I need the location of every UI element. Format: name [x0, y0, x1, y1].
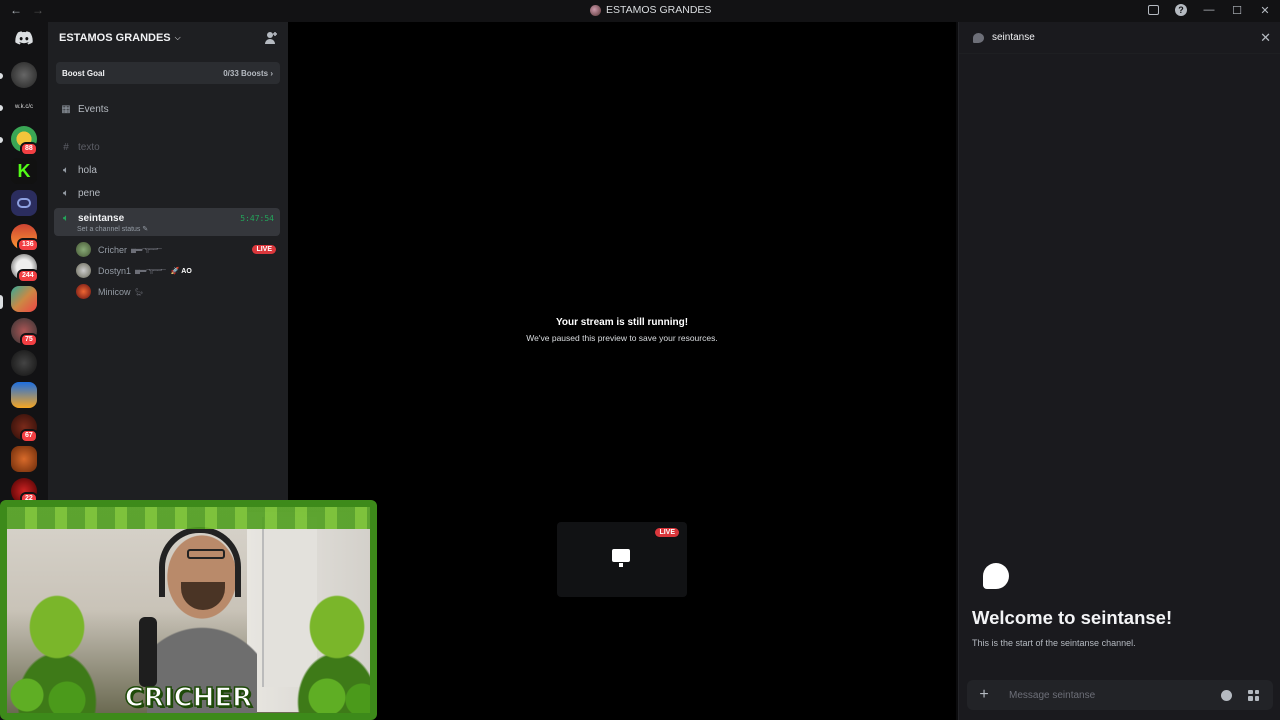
voice-user-name: Dostyn1	[98, 265, 132, 276]
monitor-icon	[612, 549, 630, 567]
webcam-overlay: CRICHER	[0, 500, 377, 720]
channel-name: hola	[78, 165, 97, 176]
boost-progress: 0/33 Boosts	[223, 68, 269, 78]
discord-logo-icon[interactable]	[11, 26, 37, 50]
voice-user-cricher[interactable]: Cricher ▄▬ ⌐╦══─ LIVE	[76, 241, 276, 258]
live-badge: LIVE	[655, 528, 679, 537]
avatar	[76, 242, 91, 257]
server-icon-9[interactable]	[11, 382, 37, 408]
server-icon-1[interactable]	[11, 62, 37, 88]
server-icon-6[interactable]	[11, 286, 37, 312]
mention-badge: 136	[17, 238, 39, 252]
minimize-icon[interactable]: —	[1202, 3, 1216, 17]
message-input[interactable]	[1001, 689, 1221, 701]
channel-seintanse[interactable]: 🔈︎ seintanse Set a channel status ✎ 5:47…	[54, 208, 280, 236]
leaf-frame-top	[7, 507, 370, 529]
chat-bubble-icon	[983, 563, 1009, 589]
chat-panel: seintanse ✕ Welcome to seintanse! This i…	[958, 22, 1280, 720]
voice-user-name: Cricher	[98, 244, 128, 255]
inbox-icon[interactable]	[1146, 3, 1160, 17]
stream-tile[interactable]: LIVE	[557, 522, 687, 597]
channel-name: texto	[78, 142, 100, 153]
voice-user-minicow[interactable]: Minicow 🦕︎	[76, 283, 143, 300]
apps-icon[interactable]	[1248, 689, 1259, 701]
pencil-icon: ✎	[142, 226, 149, 233]
decoration-icon: ▄▬ ⌐╦══─	[135, 267, 166, 274]
help-icon[interactable]: ?	[1174, 3, 1188, 17]
overlay-name: CRICHER	[124, 682, 253, 713]
events-item[interactable]: ▦ Events	[54, 99, 280, 120]
maximize-icon[interactable]: ☐	[1230, 3, 1244, 17]
server-icon-discord[interactable]	[11, 190, 37, 216]
chat-bubble-icon	[973, 32, 984, 43]
mention-badge: 75	[20, 333, 38, 347]
channel-hola[interactable]: 🔈︎ hola	[54, 160, 280, 181]
server-header[interactable]: ESTAMOS GRANDES ⌵	[48, 22, 288, 54]
speaker-icon: 🔈︎	[63, 213, 69, 224]
plus-icon[interactable]: +	[967, 686, 1001, 704]
server-icon-8[interactable]	[11, 350, 37, 376]
emoji-icon[interactable]	[1221, 689, 1232, 701]
boost-goal-label: Boost Goal	[62, 68, 105, 78]
server-avatar-icon	[590, 4, 601, 16]
message-composer: +	[967, 680, 1273, 710]
calendar-icon: ▦	[61, 104, 71, 115]
events-label: Events	[78, 104, 109, 115]
close-window-icon[interactable]: ✕	[1258, 3, 1272, 17]
title-bar: ← → ESTAMOS GRANDES ? — ☐ ✕	[0, 0, 1280, 22]
server-icon-kick[interactable]: K	[11, 158, 37, 184]
arrow-right-icon[interactable]: →	[32, 3, 44, 17]
mention-badge: 88	[20, 142, 38, 156]
decoration-icon: 🦕︎	[134, 288, 144, 296]
welcome-subtitle: This is the start of the seintanse chann…	[972, 638, 1136, 648]
user-tag-text: AO	[181, 267, 192, 275]
live-badge: LIVE	[252, 245, 276, 254]
unread-pip	[0, 137, 3, 143]
unread-pip	[0, 73, 3, 79]
chevron-down-icon: ⌵	[174, 33, 181, 42]
speaker-icon: 🔈︎	[63, 165, 69, 176]
voice-user-dostyn1[interactable]: Dostyn1 ▄▬ ⌐╦══─ 🚀 AO	[76, 262, 192, 279]
user-tag: 🚀 AO	[170, 267, 192, 275]
add-member-icon[interactable]	[264, 31, 278, 45]
server-name: ESTAMOS GRANDES	[59, 32, 171, 44]
channel-status-text: Set a channel status	[77, 226, 141, 233]
boost-goal-bar[interactable]: Boost Goal 0/33 Boosts ›	[56, 62, 280, 84]
avatar	[76, 284, 91, 299]
decoration-icon: ▄▬ ⌐╦══─	[131, 246, 162, 253]
mention-badge: 67	[20, 429, 38, 443]
unread-pip	[0, 105, 3, 111]
channel-status[interactable]: Set a channel status ✎	[77, 225, 148, 233]
window-title: ESTAMOS GRANDES	[590, 4, 711, 16]
stream-paused-subtitle: We've paused this preview to save your r…	[526, 333, 718, 343]
channel-name: seintanse	[78, 213, 125, 224]
window-title-text: ESTAMOS GRANDES	[606, 4, 712, 16]
channel-texto[interactable]: # texto	[54, 137, 280, 158]
arrow-left-icon[interactable]: ←	[10, 3, 22, 17]
voice-user-name: Minicow	[98, 286, 131, 297]
chat-channel-name: seintanse	[992, 32, 1035, 43]
welcome-title: Welcome to seintanse!	[972, 607, 1173, 628]
server-icon-2[interactable]: w.k.c/c	[11, 94, 37, 120]
channel-pene[interactable]: 🔈︎ pene	[54, 183, 280, 204]
chat-header: seintanse ✕	[959, 22, 1280, 54]
speaker-icon: 🔈︎	[63, 188, 69, 199]
glasses	[187, 549, 225, 559]
close-icon[interactable]: ✕	[1260, 30, 1271, 46]
voice-timer: 5:47:54	[240, 214, 274, 223]
mention-badge: 244	[17, 269, 39, 283]
avatar	[76, 263, 91, 278]
server-text-label: w.k.c/c	[14, 104, 33, 110]
server-icon-11[interactable]	[11, 446, 37, 472]
hashtag-icon: #	[63, 142, 69, 153]
stream-stage[interactable]: Your stream is still running! We've paus…	[288, 22, 956, 720]
stream-paused-title: Your stream is still running!	[555, 317, 689, 328]
selected-pip	[0, 295, 3, 309]
channel-name: pene	[78, 188, 101, 199]
